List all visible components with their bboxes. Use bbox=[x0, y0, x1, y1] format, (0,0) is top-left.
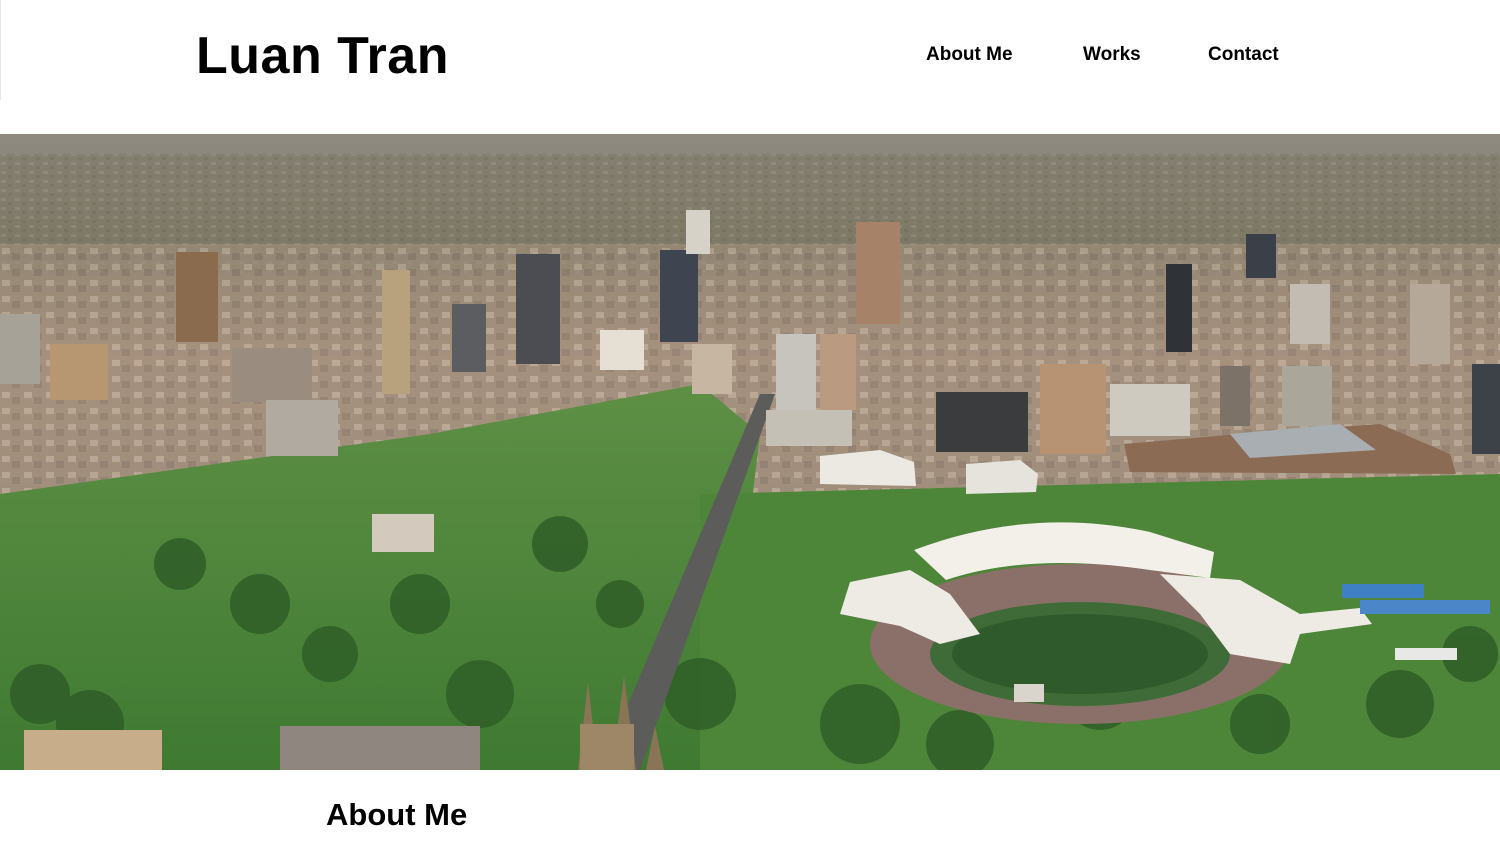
nav-link-contact[interactable]: Contact bbox=[1208, 42, 1279, 68]
nav-link-works[interactable]: Works bbox=[1083, 42, 1141, 68]
main-nav: About Me Works Contact bbox=[0, 42, 1500, 68]
site-header: Luan Tran About Me Works Contact bbox=[0, 0, 1500, 134]
about-me-heading: About Me bbox=[326, 797, 468, 832]
hero-image bbox=[0, 134, 1500, 770]
nav-link-about-me[interactable]: About Me bbox=[926, 42, 1013, 68]
hero-city-aerial-photo bbox=[0, 134, 1500, 770]
